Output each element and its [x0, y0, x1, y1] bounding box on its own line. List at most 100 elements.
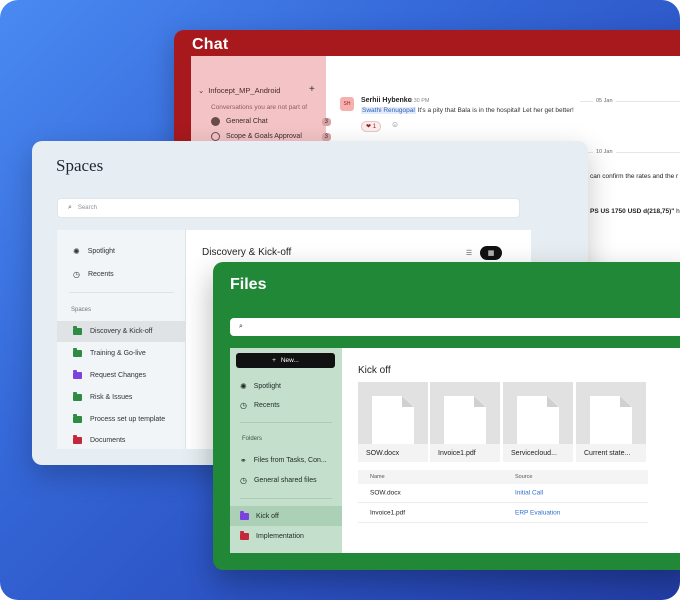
file-tile[interactable]: Invoice1.pdf	[430, 382, 500, 462]
channel-avatar-icon	[211, 117, 220, 126]
space-item-implementation[interactable]: Implementation	[230, 526, 342, 546]
space-item-training[interactable]: Training & Go-live	[57, 343, 186, 364]
section-label: Folders	[242, 436, 263, 442]
channel-item-label: General Chat	[226, 118, 268, 125]
column-header-source[interactable]: Source	[515, 474, 532, 480]
date-chip: 05 Jan	[593, 98, 616, 104]
document-icon	[517, 396, 559, 444]
document-icon	[590, 396, 632, 444]
message-fragment-rest: ha	[676, 208, 680, 215]
background: Chat ⌄ Infocept_MP_Android + Conversatio…	[0, 0, 680, 600]
files-title: Files	[230, 276, 267, 293]
spotlight-icon: ✺	[73, 247, 80, 256]
message-body: It's a pity that Bala is in the hospital…	[415, 107, 574, 114]
new-button[interactable]: + New...	[236, 353, 335, 368]
channel-item-label: Scope & Goals Approval	[226, 133, 302, 140]
avatar: SH	[340, 97, 354, 111]
unread-count-badge: 3	[321, 117, 331, 126]
folder-icon	[240, 510, 249, 520]
sidebar-item-label: Spotlight	[87, 248, 115, 255]
space-item-discovery[interactable]: Discovery & Kick-off	[57, 321, 186, 342]
heart-reaction[interactable]: ❤ 1	[361, 121, 382, 132]
grid-view-icon[interactable]: ▦	[480, 246, 502, 260]
file-tile[interactable]: Servicecloud...	[503, 382, 573, 462]
folder-item-label: Files from Tasks, Con...	[253, 456, 327, 464]
file-thumbnail	[576, 382, 646, 444]
file-tile-name: Invoice1.pdf	[430, 444, 500, 462]
space-item-label: Implementation	[256, 532, 304, 540]
source-link[interactable]: ERP Evaluation	[515, 510, 560, 517]
column-header-name[interactable]: Name	[370, 474, 385, 480]
chat-title: Chat	[192, 36, 229, 53]
space-item-request-changes[interactable]: Request Changes	[57, 365, 186, 386]
space-item-label: Documents	[90, 437, 126, 444]
clock-icon: ◷	[240, 475, 247, 485]
message-author[interactable]: Serhii Hybenko	[361, 97, 412, 104]
folder-icon	[73, 392, 82, 401]
sidebar-item-label: Recents	[87, 271, 114, 278]
clock-icon: ◷	[240, 400, 247, 410]
plus-icon: +	[272, 357, 276, 364]
file-thumbnail	[358, 382, 428, 444]
message-text: Swathi Renugopal It's a pity that Bala i…	[361, 107, 574, 114]
channel-item-general-chat[interactable]: General Chat 3	[211, 117, 331, 126]
search-icon: ⌕	[68, 204, 72, 211]
file-tile[interactable]: SOW.docx	[358, 382, 428, 462]
folder-icon	[240, 530, 249, 540]
space-item-risk[interactable]: Risk & Issues	[57, 387, 186, 408]
sidebar-item-spotlight[interactable]: ✺ Spotlight	[57, 241, 186, 262]
divider	[240, 498, 332, 499]
eye-off-icon	[211, 132, 220, 141]
folder-icon	[73, 414, 82, 423]
file-tile[interactable]: Current state...	[576, 382, 646, 462]
section-label: Spaces	[71, 307, 92, 313]
file-tile-name: SOW.docx	[358, 444, 428, 462]
add-channel-plus-icon[interactable]: +	[309, 84, 315, 95]
table-row[interactable]: Invoice1.pdf ERP Evaluation	[358, 504, 648, 523]
mention-link[interactable]: Swathi Renugopal	[361, 107, 416, 114]
file-tile-name: Current state...	[576, 444, 646, 462]
divider	[69, 292, 174, 293]
space-item-process[interactable]: Process set up template	[57, 409, 186, 430]
list-view-icon[interactable]: ☰	[458, 249, 480, 257]
message-fragment: can confirm the rates and the r	[590, 173, 679, 180]
search-icon: ⌕	[239, 323, 243, 330]
folder-icon	[73, 435, 82, 444]
sidebar-item-recents[interactable]: ◷ Recents	[230, 395, 342, 415]
not-part-note: Conversations you are not part of	[211, 104, 308, 111]
spaces-title: Spaces	[56, 156, 104, 175]
file-name-cell: Invoice1.pdf	[370, 509, 406, 517]
spaces-search-input[interactable]: ⌕ Search	[57, 198, 520, 218]
files-main: Kick off SOW.docx Invoice1.pdf Servicecl…	[342, 348, 680, 553]
clock-icon: ◷	[73, 270, 80, 279]
add-reaction-icon[interactable]: ☺	[391, 120, 399, 129]
page-title: Discovery & Kick-off	[202, 247, 292, 258]
file-thumbnail	[430, 382, 500, 444]
space-item-label: Risk & Issues	[90, 394, 133, 401]
space-item-label: Training & Go-live	[90, 350, 146, 357]
source-link[interactable]: Initial Call	[515, 490, 543, 497]
search-placeholder: Search	[77, 205, 97, 211]
folder-item-label: General shared files	[253, 476, 317, 484]
file-name-cell: SOW.docx	[370, 489, 401, 497]
message-fragment-bold: PS US 1750 USD d(218,75)"	[590, 208, 675, 215]
new-button-label: New...	[280, 357, 299, 364]
channel-header[interactable]: ⌄ Infocept_MP_Android	[198, 86, 280, 95]
chevron-down-icon: ⌄	[198, 86, 205, 95]
folder-item-files-from-tasks[interactable]: ⚭ Files from Tasks, Con...	[230, 450, 342, 470]
channel-item-scope-goals[interactable]: Scope & Goals Approval 3	[211, 132, 331, 141]
files-window: Files ⌕ + New... ✺ Spotlight ◷ Recents F…	[213, 262, 680, 570]
table-row[interactable]: SOW.docx Initial Call	[358, 484, 648, 503]
files-search-input[interactable]: ⌕	[230, 318, 680, 336]
sidebar-item-recents[interactable]: ◷ Recents	[57, 264, 186, 285]
document-icon	[372, 396, 414, 444]
space-item-kick-off[interactable]: Kick off	[230, 506, 342, 526]
folder-icon	[73, 326, 82, 335]
sidebar-item-spotlight[interactable]: ✺ Spotlight	[230, 376, 342, 396]
folder-icon	[73, 370, 82, 379]
file-tile-name: Servicecloud...	[503, 444, 573, 462]
divider	[240, 422, 332, 423]
table-header: Name Source	[358, 470, 648, 484]
space-item-documents[interactable]: Documents	[57, 430, 186, 451]
folder-item-general-shared[interactable]: ◷ General shared files	[230, 470, 342, 490]
